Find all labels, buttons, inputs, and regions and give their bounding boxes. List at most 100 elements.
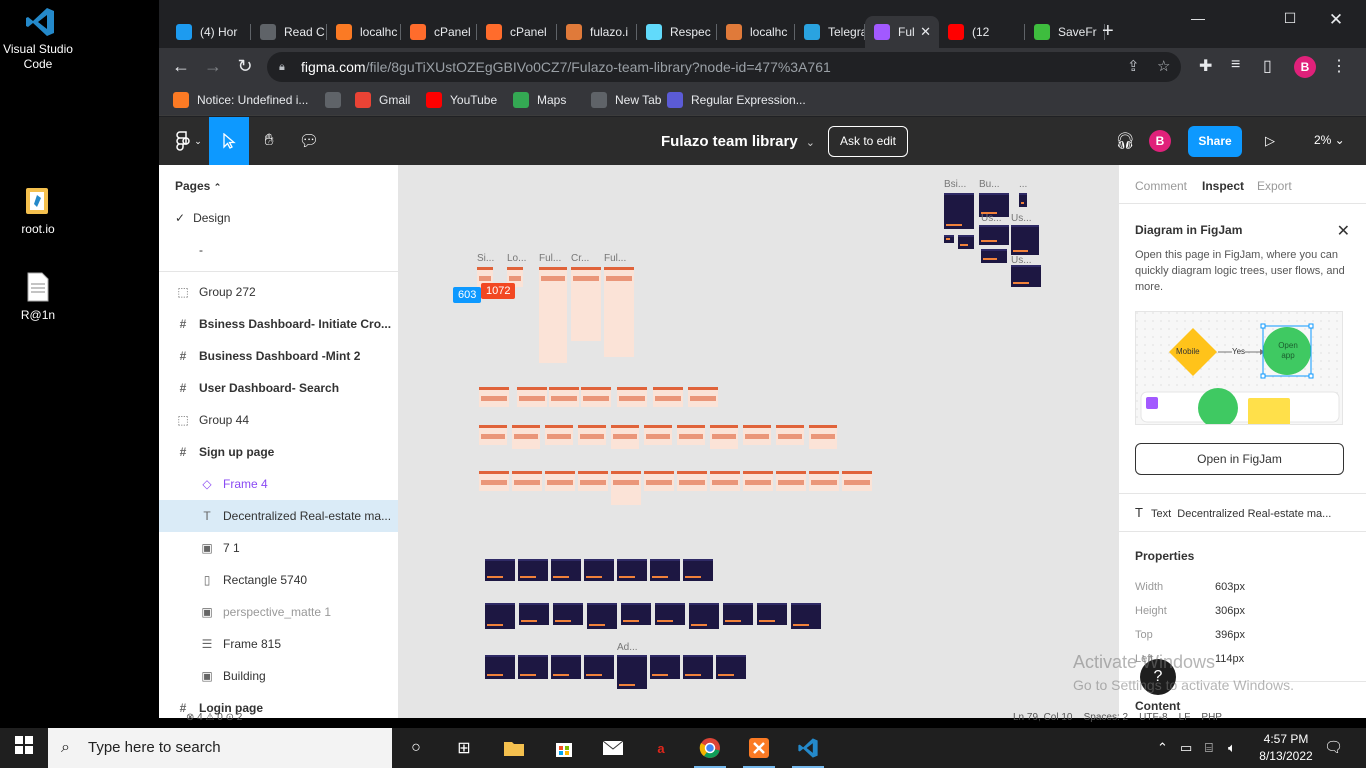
canvas-frame[interactable]	[677, 471, 707, 491]
battery-icon[interactable]: ▭	[1180, 740, 1192, 756]
timeline-icon[interactable]: ⊞	[440, 728, 488, 768]
media-controls-icon[interactable]: ≡	[1231, 56, 1240, 74]
canvas-frame[interactable]	[539, 267, 567, 363]
share-page-icon[interactable]: ⇪	[1127, 52, 1140, 82]
canvas-frame[interactable]	[587, 603, 617, 629]
profile-avatar[interactable]: B	[1294, 56, 1316, 78]
canvas-frame[interactable]	[1011, 225, 1039, 255]
close-tab-icon[interactable]: ✕	[920, 24, 931, 40]
tab-inspect[interactable]: Inspect	[1202, 179, 1244, 193]
canvas-frame[interactable]	[512, 471, 542, 491]
canvas-frame[interactable]	[571, 267, 601, 341]
mail-icon[interactable]	[589, 728, 637, 768]
desktop-icon-r1n[interactable]: R@1n	[0, 272, 76, 323]
canvas-frame[interactable]	[518, 655, 548, 679]
canvas-frame[interactable]	[710, 471, 740, 491]
browser-tab[interactable]: fulazo.i	[557, 16, 637, 48]
chrome-icon[interactable]	[686, 728, 734, 768]
canvas-frame[interactable]	[776, 425, 804, 445]
start-button[interactable]	[0, 728, 48, 768]
browser-tab[interactable]: (12	[939, 16, 1025, 48]
maximize-button[interactable]: ☐	[1267, 10, 1313, 27]
bookmark-item[interactable]: Regular Expression...	[667, 92, 806, 108]
layer-row[interactable]: ▣ 7 1	[159, 532, 398, 564]
layer-row[interactable]: ⬚ Group 272	[159, 276, 398, 308]
bookmark-item[interactable]: YouTube	[426, 92, 497, 108]
canvas-frame[interactable]	[683, 655, 713, 679]
canvas[interactable]: Si... Lo... Ful... Cr... Ful... Bsi... Bu.....…	[399, 165, 1118, 718]
task-view-icon[interactable]: ○	[392, 728, 440, 768]
figma-user-avatar[interactable]: B	[1149, 130, 1171, 152]
canvas-frame[interactable]	[621, 603, 651, 625]
canvas-frame[interactable]	[723, 603, 753, 625]
canvas-frame[interactable]	[683, 559, 713, 581]
present-play-icon[interactable]: ▷	[1265, 133, 1275, 149]
bookmark-item[interactable]	[325, 92, 349, 108]
network-icon[interactable]: ⌸	[1205, 740, 1213, 756]
browser-tab[interactable]: cPanel	[401, 16, 477, 48]
figma-menu-icon[interactable]: ⌄	[169, 117, 209, 165]
canvas-frame[interactable]	[553, 603, 583, 625]
canvas-frame[interactable]	[757, 603, 787, 625]
canvas-frame[interactable]	[604, 267, 634, 357]
canvas-frame[interactable]	[617, 387, 647, 407]
browser-tab[interactable]: localhc	[327, 16, 401, 48]
layer-row[interactable]: ▣ Building	[159, 660, 398, 692]
canvas-frame[interactable]	[485, 559, 515, 581]
back-button[interactable]: ←	[169, 56, 193, 77]
canvas-frame[interactable]	[517, 387, 547, 407]
bookmark-star-icon[interactable]: ☆	[1157, 52, 1170, 82]
store-icon[interactable]	[540, 728, 588, 768]
desktop-icon-root-io[interactable]: root.io	[0, 186, 76, 237]
browser-tab[interactable]: cPanel	[477, 16, 557, 48]
bookmark-item[interactable]: Gmail	[355, 92, 410, 108]
canvas-frame[interactable]	[842, 471, 872, 491]
canvas-frame[interactable]	[809, 471, 839, 491]
canvas-frame[interactable]	[611, 425, 639, 449]
browser-tab[interactable]: Respec	[637, 16, 717, 48]
bookmark-item[interactable]: Notice: Undefined i...	[173, 92, 308, 108]
page-dash[interactable]: -	[199, 243, 203, 257]
canvas-frame[interactable]	[650, 655, 680, 679]
layer-row[interactable]: ▯ Rectangle 5740	[159, 564, 398, 596]
move-tool-button[interactable]	[209, 117, 249, 165]
menu-icon[interactable]: ⋮	[1331, 56, 1347, 76]
layer-row[interactable]: # Business Dashboard -Mint 2	[159, 340, 398, 372]
open-in-figjam-button[interactable]: Open in FigJam	[1135, 443, 1344, 475]
canvas-frame[interactable]	[545, 471, 575, 491]
browser-tab[interactable]: Ful ✕	[865, 16, 939, 48]
taskbar-search[interactable]: ⌕ Type here to search	[48, 728, 392, 768]
layer-row[interactable]: # Bsiness Dashboard- Initiate Cro...	[159, 308, 398, 340]
canvas-frame[interactable]	[1011, 265, 1041, 287]
pages-header[interactable]: Pages ⌃	[175, 179, 221, 193]
canvas-frame[interactable]	[617, 655, 647, 689]
ask-to-edit-button[interactable]: Ask to edit	[828, 126, 908, 157]
forward-button[interactable]: →	[201, 56, 225, 77]
canvas-frame[interactable]	[689, 603, 719, 629]
zoom-dropdown[interactable]: 2% ⌄	[1314, 133, 1345, 147]
volume-icon[interactable]: 🔈︎	[1228, 740, 1236, 756]
extensions-icon[interactable]: ✚	[1199, 56, 1212, 76]
browser-tab[interactable]: Telegra	[795, 16, 865, 48]
canvas-frame[interactable]	[743, 425, 771, 445]
airtel-icon[interactable]: a	[637, 728, 685, 768]
tab-comment[interactable]: Comment	[1135, 179, 1187, 193]
canvas-frame[interactable]	[644, 425, 672, 445]
file-explorer-icon[interactable]	[490, 728, 538, 768]
browser-tab[interactable]: localhc	[717, 16, 795, 48]
canvas-frame[interactable]	[981, 249, 1007, 263]
canvas-frame[interactable]	[1019, 193, 1027, 207]
canvas-frame[interactable]	[485, 603, 515, 629]
new-tab-button[interactable]: +	[1102, 20, 1114, 43]
canvas-frame[interactable]	[519, 603, 549, 625]
canvas-frame[interactable]	[644, 471, 674, 491]
canvas-frame[interactable]	[581, 387, 611, 407]
canvas-frame[interactable]	[518, 559, 548, 581]
canvas-frame[interactable]	[545, 425, 573, 445]
xampp-icon[interactable]	[735, 728, 783, 768]
comment-tool-button[interactable]: 💬︎	[289, 117, 329, 165]
layer-row[interactable]: ☰ Frame 815	[159, 628, 398, 660]
canvas-frame[interactable]	[578, 471, 608, 491]
canvas-frame[interactable]	[653, 387, 683, 407]
address-bar[interactable]: 🔒︎ figma.com/file/8guTiXUstOZEgGBIVo0CZ7…	[267, 52, 1181, 82]
